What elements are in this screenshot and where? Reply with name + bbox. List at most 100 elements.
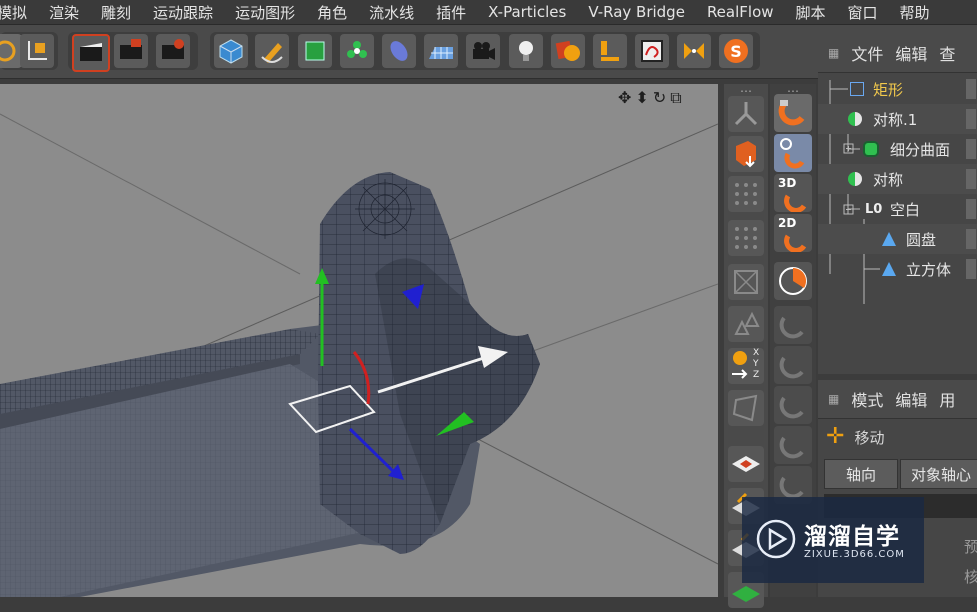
tag-icon [966,169,976,189]
object-label-rectangle: 矩形 [873,80,904,99]
watermark-title: 溜溜自学 [804,524,900,550]
tag-icon [966,109,976,129]
light-icon[interactable] [509,34,543,68]
object-row-disc[interactable]: 圆盘 [818,224,977,254]
menu-character[interactable]: 角色 [306,2,358,23]
svg-text:S: S [730,42,742,61]
axis-tab-button[interactable]: 轴向 [824,459,898,489]
toolbar-grip-icon: ⋯ [740,84,752,98]
symmetry-object-icon [848,112,862,126]
menu-window[interactable]: 窗口 [837,2,889,23]
symmetry-icon[interactable] [677,34,711,68]
z-label: Z [753,370,760,380]
tweak-mode-icon[interactable] [728,390,764,426]
toolbar-grip-icon: ⋯ [787,84,799,98]
menu-script[interactable]: 脚本 [785,2,837,23]
menu-plugins[interactable]: 插件 [425,2,477,23]
axis-icon[interactable] [20,34,54,68]
snap-option-1-icon[interactable] [774,306,812,344]
snap-radius-icon[interactable] [774,262,812,300]
move-view-icon[interactable]: ✥ [618,88,631,108]
camera-icon[interactable] [466,34,500,68]
cloner-icon[interactable] [340,34,374,68]
subdivision-object-icon [865,143,877,155]
tag-icon [966,79,976,99]
rotate-view-icon[interactable]: ↻ [653,88,666,108]
deformer-icon[interactable] [382,34,416,68]
object-label-null: 空白 [890,200,921,219]
watermark-url: ZIXUE.3D66.COM [804,549,905,560]
object-row-cube[interactable]: 立方体 [818,254,977,284]
menu-vray-bridge[interactable]: V-Ray Bridge [577,3,696,21]
x-label: X [753,348,760,358]
object-row-subdivision[interactable]: 细分曲面 [818,134,977,164]
edges-mode-icon[interactable] [728,220,764,256]
object-row-symmetry-1[interactable]: 对称.1 [818,104,977,134]
spiral-icon[interactable] [0,34,22,68]
make-editable-icon[interactable] [728,136,764,172]
pan-view-icon[interactable]: ⬍ [635,88,648,108]
tag-icon [966,229,976,249]
material-icon[interactable] [551,34,585,68]
attr-menu-edit[interactable]: 编辑 [895,387,927,411]
subdivision-icon[interactable] [298,34,332,68]
menu-help[interactable]: 帮助 [889,2,941,23]
points-mode-icon[interactable] [728,176,764,212]
object-menu-view[interactable]: 查 [939,41,955,65]
object-label-symmetry-1: 对称.1 [873,110,918,129]
menu-realflow[interactable]: RealFlow [696,3,785,21]
3d-viewport[interactable] [0,84,718,597]
xpresso-icon[interactable] [635,34,669,68]
menu-sculpt[interactable]: 雕刻 [90,2,142,23]
snap-magnet-icon[interactable] [774,94,812,132]
object-axis-tab-button[interactable]: 对象轴心 [900,459,977,489]
uv-mode-icon[interactable] [728,306,764,342]
menu-render[interactable]: 渲染 [38,2,90,23]
pen-icon[interactable] [255,34,289,68]
snap-2d-icon[interactable]: 2D [774,214,812,253]
panel-grip-icon: ▦ [828,46,840,60]
polygons-mode-icon[interactable] [728,264,764,300]
snap-option-3-icon[interactable] [774,386,812,424]
object-row-rectangle[interactable]: 矩形 [818,74,977,104]
active-tool: ✛ 移动 [826,426,884,448]
attributes-header: ▦ 模式 编辑 用 [818,380,977,419]
snap-quantize-icon[interactable] [774,134,812,172]
floor-icon[interactable] [424,34,458,68]
object-menu-edit[interactable]: 编辑 [895,41,927,65]
y-label: Y [753,359,759,369]
workplane-icon[interactable] [728,446,764,482]
snap-option-2-icon[interactable] [774,346,812,384]
watermark: 溜溜自学 ZIXUE.3D66.COM [742,497,924,583]
object-menu-file[interactable]: 文件 [851,41,883,65]
align-icon[interactable] [593,34,627,68]
panel-grip-icon: ▦ [828,392,840,406]
maximize-view-icon[interactable]: ⧉ [670,88,681,108]
null-object-icon: L0 [865,201,883,217]
menu-mograph[interactable]: 运动图形 [224,2,306,23]
spline-rect-icon [850,82,864,96]
attr-menu-user[interactable]: 用 [939,387,955,411]
object-row-symmetry[interactable]: 对称 [818,164,977,194]
menu-pipeline[interactable]: 流水线 [358,2,425,23]
object-row-null[interactable]: L0 空白 [818,194,977,224]
joint-tool-icon[interactable] [728,96,764,132]
render-view-icon[interactable] [72,34,110,72]
s-icon[interactable]: S [719,34,753,68]
active-tool-name: 移动 [854,428,885,447]
axis-modify-icon[interactable]: X Y Z [728,348,764,384]
menu-simulate[interactable]: 模拟 [0,2,38,23]
snap-3d-icon[interactable]: 3D [774,174,812,213]
snap-option-4-icon[interactable] [774,426,812,464]
menu-bar: 模拟 渲染 雕刻 运动跟踪 运动图形 角色 流水线 插件 X-Particles… [0,0,977,25]
menu-motion-tracking[interactable]: 运动跟踪 [142,2,224,23]
viewport-scene [0,113,718,597]
object-label-cube: 立方体 [906,260,952,279]
cube-icon[interactable] [214,34,248,68]
menu-x-particles[interactable]: X-Particles [477,3,577,21]
symmetry-object-icon [848,172,862,186]
render-settings-icon[interactable] [156,34,190,68]
render-icon[interactable] [114,34,148,68]
watermark-logo-icon [756,519,796,559]
attr-menu-mode[interactable]: 模式 [851,387,883,411]
